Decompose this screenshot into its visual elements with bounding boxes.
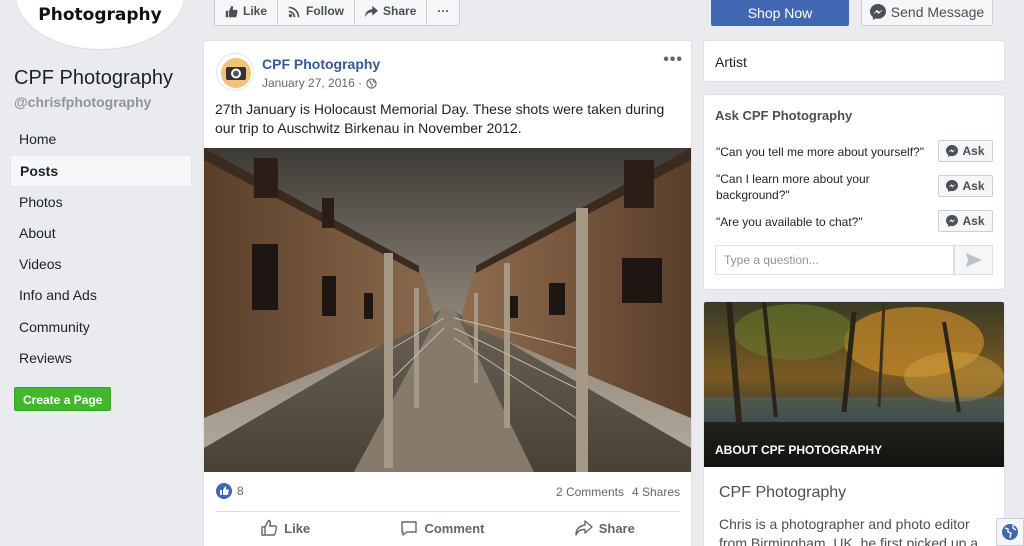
about-page-name[interactable]: CPF Photography <box>719 484 846 502</box>
nav-item-posts[interactable]: Posts <box>10 155 192 187</box>
page-title[interactable]: CPF Photography <box>14 67 173 90</box>
post-author-name[interactable]: CPF Photography <box>262 56 380 72</box>
messenger-icon <box>869 3 886 20</box>
rss-icon <box>288 6 300 17</box>
ask-question: "Can you tell me more about yourself?" <box>716 145 924 159</box>
thumbs-up-icon <box>225 5 238 17</box>
about-overlay-title[interactable]: About CPF Photography <box>715 443 882 457</box>
send-message-label: Send Message <box>890 3 985 20</box>
share-arrow-icon <box>365 5 379 17</box>
shop-now-button[interactable]: Shop Now <box>711 0 849 26</box>
nav-item-home[interactable]: Home <box>10 124 192 155</box>
post-like-label: Like <box>284 520 311 536</box>
ask-button[interactable]: Ask <box>938 175 993 197</box>
page-action-bar: Like Follow Share ··· <box>214 0 461 26</box>
ask-card-title: Ask CPF Photography <box>715 108 853 123</box>
page-nav: Home Posts Photos About Videos Info and … <box>10 124 192 374</box>
share-page-button[interactable]: Share <box>355 0 428 25</box>
page-category-card: Artist <box>703 40 1005 82</box>
create-page-button[interactable]: Create a Page <box>14 387 112 411</box>
post-share-button[interactable]: Share <box>575 519 635 537</box>
ask-question-input[interactable]: Type a question... <box>715 245 954 275</box>
post-author-avatar[interactable] <box>216 53 254 91</box>
nav-item-about[interactable]: About <box>10 218 192 249</box>
profile-picture[interactable]: Photography <box>15 0 185 50</box>
post-timestamp[interactable]: January 27, 2016 · <box>262 76 377 90</box>
nav-item-photos[interactable]: Photos <box>10 187 192 218</box>
globe-icon <box>1002 524 1018 540</box>
page-category[interactable]: Artist <box>715 54 747 70</box>
like-page-label: Like <box>243 4 268 18</box>
profile-logo-text: Photography <box>38 5 162 25</box>
ask-button-label: Ask <box>962 214 985 228</box>
shares-count[interactable]: 4 Shares <box>632 485 680 499</box>
post-card: CPF Photography January 27, 2016 · ••• 2… <box>203 40 692 546</box>
messenger-icon <box>946 180 959 192</box>
nav-item-videos[interactable]: Videos <box>10 249 192 280</box>
reaction-summary[interactable]: 8 <box>216 483 244 499</box>
about-description: Chris is a photographer and photo editor… <box>719 516 979 546</box>
send-icon <box>965 253 982 267</box>
messenger-icon <box>946 145 959 157</box>
nav-item-reviews[interactable]: Reviews <box>10 343 192 374</box>
follow-label: Follow <box>306 4 345 18</box>
post-divider <box>215 511 680 512</box>
ask-button[interactable]: Ask <box>938 210 993 232</box>
messenger-icon <box>946 215 959 227</box>
more-options-label: ··· <box>437 4 450 18</box>
post-like-button[interactable]: Like <box>260 519 310 537</box>
reaction-count: 8 <box>237 484 244 498</box>
ask-card: Ask CPF Photography "Can you tell me mor… <box>703 94 1005 290</box>
globe-icon <box>366 77 377 89</box>
ask-button-label: Ask <box>962 179 985 193</box>
send-message-button[interactable]: Send Message <box>861 0 993 26</box>
camera-logo-icon <box>221 58 251 88</box>
thumbs-up-outline-icon <box>261 519 278 536</box>
share-page-label: Share <box>383 4 417 18</box>
like-page-button[interactable]: Like <box>215 0 279 25</box>
post-text: 27th January is Holocaust Memorial Day. … <box>215 101 665 136</box>
nav-item-info-and-ads[interactable]: Info and Ads <box>10 280 192 311</box>
more-options-button[interactable]: ··· <box>427 0 459 25</box>
like-reaction-icon <box>216 483 232 499</box>
about-card: About CPF Photography CPF Photography Ch… <box>703 301 1005 546</box>
follow-button[interactable]: Follow <box>278 0 356 25</box>
post-share-label: Share <box>598 520 635 536</box>
nav-item-community[interactable]: Community <box>10 312 192 343</box>
language-globe-button[interactable] <box>996 518 1024 546</box>
ask-button[interactable]: Ask <box>938 140 993 162</box>
post-action-bar: Like Comment Share <box>215 519 680 537</box>
post-photo[interactable] <box>204 148 691 472</box>
post-date-text: January 27, 2016 · <box>262 76 363 90</box>
ask-question: "Are you available to chat?" <box>716 215 863 229</box>
comments-count[interactable]: 2 Comments <box>556 485 624 499</box>
share-arrow-outline-icon <box>575 520 593 536</box>
engagement-counts: 2 Comments 4 Shares <box>556 485 680 499</box>
post-options-button[interactable]: ••• <box>663 51 683 69</box>
ask-question: "Can I learn more about your background?… <box>716 172 870 202</box>
ask-button-label: Ask <box>962 144 985 158</box>
post-comment-label: Comment <box>424 520 485 536</box>
comment-bubble-icon <box>401 521 418 536</box>
ask-send-button[interactable] <box>954 245 993 275</box>
page-handle[interactable]: @chrisfphotography <box>14 94 151 110</box>
post-comment-button[interactable]: Comment <box>400 519 484 537</box>
